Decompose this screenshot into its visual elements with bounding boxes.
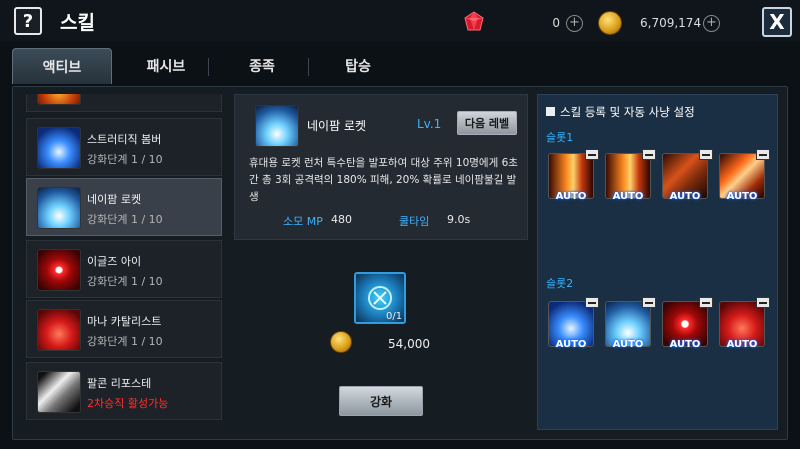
tab-mount-skills[interactable]: 탑승 <box>310 48 406 84</box>
auto-toggle[interactable]: AUTO <box>720 191 764 202</box>
skill-level: 강화단계 1 / 10 <box>87 213 163 226</box>
slot-2-2[interactable]: AUTO <box>605 297 656 350</box>
auto-toggle[interactable]: AUTO <box>663 191 707 202</box>
auto-toggle[interactable]: AUTO <box>606 191 650 202</box>
skill-slot-panel: 스킬 등록 및 자동 사냥 설정 슬롯1 AUTO AUTO AUTO AUTO… <box>537 94 778 430</box>
skill-level: 강화단계 1 / 10 <box>87 275 163 288</box>
fire-skill-icon <box>37 94 81 105</box>
tab-bar: 액티브 패시브 종족 탑승 <box>12 46 788 86</box>
auto-toggle[interactable]: AUTO <box>720 339 764 350</box>
skill-name: 마나 카탈리스트 <box>87 315 162 328</box>
slot-panel-header: 스킬 등록 및 자동 사냥 설정 <box>546 104 695 120</box>
slot-panel-title: 스킬 등록 및 자동 사냥 설정 <box>560 105 695 119</box>
tab-race-skills[interactable]: 종족 <box>216 48 308 84</box>
skill-detail-panel: 네이팜 로켓 Lv.1 다음 레벨 휴대용 로켓 런처 특수탄을 발포하여 대상… <box>234 94 528 240</box>
add-gold-button[interactable]: + <box>703 15 720 32</box>
skill-level: 강화단계 1 / 10 <box>87 335 163 348</box>
gold-coin-icon <box>330 331 352 353</box>
slot-2-3[interactable]: AUTO <box>662 297 713 350</box>
blue-blast-icon <box>37 127 81 169</box>
skill-name: 스트러티직 봄버 <box>87 133 162 146</box>
auto-toggle[interactable]: AUTO <box>606 339 650 350</box>
close-button[interactable]: X <box>762 7 792 37</box>
skill-name: 팔콘 리포스테 <box>87 377 152 390</box>
slot-1-1[interactable]: AUTO <box>548 149 599 202</box>
list-item-selected[interactable]: 네이팜 로켓 강화단계 1 / 10 <box>26 178 222 236</box>
slot-1-3[interactable]: AUTO <box>662 149 713 202</box>
mp-cost-value: 480 <box>331 213 352 226</box>
remove-slot-button[interactable] <box>756 297 770 308</box>
remove-slot-button[interactable] <box>642 149 656 160</box>
upgrade-cost: 54,000 <box>388 337 430 351</box>
auto-toggle[interactable]: AUTO <box>549 339 593 350</box>
upgrade-button[interactable]: 강화 <box>339 386 423 416</box>
slot-group-2-label: 슬롯2 <box>546 277 574 290</box>
list-item-partial[interactable] <box>26 94 222 112</box>
list-item[interactable]: 팔콘 리포스테 2차승직 활성가능 <box>26 362 222 420</box>
skill-name: 네이팜 로켓 <box>87 193 142 206</box>
auto-toggle[interactable]: AUTO <box>549 191 593 202</box>
help-button[interactable]: ? <box>14 7 42 35</box>
page-title: 스킬 <box>60 12 95 34</box>
slot-1-4[interactable]: AUTO <box>719 149 770 202</box>
tab-active-skills[interactable]: 액티브 <box>12 48 112 84</box>
skill-unlock-status: 2차승직 활성가능 <box>87 397 169 410</box>
remove-slot-button[interactable] <box>699 297 713 308</box>
tab-divider <box>208 58 209 76</box>
skill-description: 휴대용 로켓 런처 특수탄을 발포하여 대상 주위 10명에게 6초간 총 3회… <box>249 157 518 203</box>
top-bar: ? 스킬 0 + 6,709,174 + X <box>0 0 800 42</box>
cooldown-label: 쿨타임 <box>399 215 430 228</box>
tab-passive-skills[interactable]: 패시브 <box>116 48 216 84</box>
skill-list[interactable]: 스트러티직 봄버 강화단계 1 / 10 네이팜 로켓 강화단계 1 / 10 … <box>26 94 222 428</box>
skill-name: 이글즈 아이 <box>87 255 142 268</box>
mp-cost-label: 소모 MP <box>283 215 323 228</box>
remove-slot-button[interactable] <box>699 149 713 160</box>
cooldown-value: 9.0s <box>447 213 471 226</box>
slot-2-1[interactable]: AUTO <box>548 297 599 350</box>
gem-count: 0 <box>552 16 560 30</box>
remove-slot-button[interactable] <box>585 297 599 308</box>
napalm-rocket-icon <box>37 187 81 229</box>
red-gem-icon <box>464 11 484 31</box>
mana-catalyst-icon <box>37 309 81 351</box>
add-gem-button[interactable]: + <box>566 15 583 32</box>
napalm-rocket-icon <box>255 105 299 147</box>
auto-toggle[interactable]: AUTO <box>663 339 707 350</box>
next-level-button[interactable]: 다음 레벨 <box>457 111 517 135</box>
remove-slot-button[interactable] <box>756 149 770 160</box>
skill-detail-name: 네이팜 로켓 <box>307 119 367 133</box>
slot-group-1-label: 슬롯1 <box>546 131 574 144</box>
gold-coin-icon <box>598 11 622 35</box>
remove-slot-button[interactable] <box>585 149 599 160</box>
falcon-riposte-icon <box>37 371 81 413</box>
remove-slot-button[interactable] <box>642 297 656 308</box>
slot-1-2[interactable]: AUTO <box>605 149 656 202</box>
list-item[interactable]: 스트러티직 봄버 강화단계 1 / 10 <box>26 118 222 176</box>
list-item[interactable]: 이글즈 아이 강화단계 1 / 10 <box>26 240 222 298</box>
checkbox-icon <box>546 107 555 116</box>
skill-detail-level: Lv.1 <box>417 117 442 131</box>
tab-divider <box>308 58 309 76</box>
eagle-eye-icon <box>37 249 81 291</box>
slot-2-4[interactable]: AUTO <box>719 297 770 350</box>
list-item[interactable]: 마나 카탈리스트 강화단계 1 / 10 <box>26 300 222 358</box>
skill-level: 강화단계 1 / 10 <box>87 153 163 166</box>
gold-count: 6,709,174 <box>640 16 702 30</box>
material-count: 0/1 <box>386 311 403 322</box>
